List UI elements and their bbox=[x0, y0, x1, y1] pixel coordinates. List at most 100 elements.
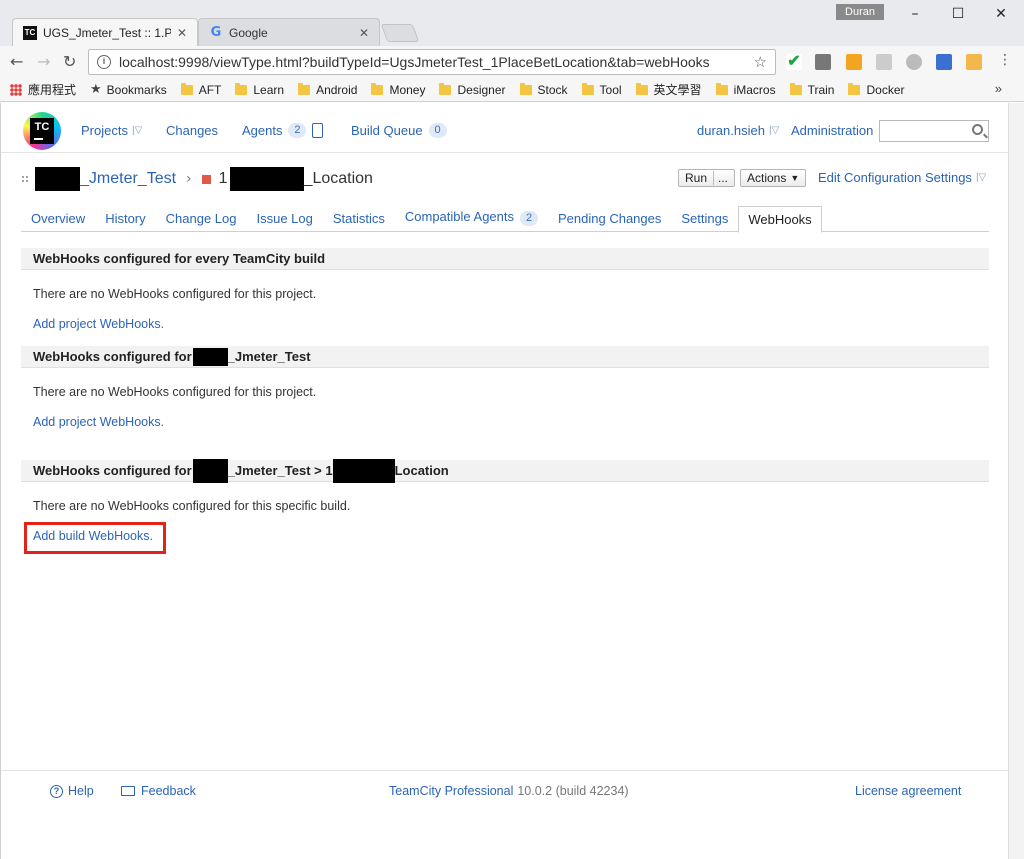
nav-administration[interactable]: Administration bbox=[791, 123, 873, 138]
tab-issue-log[interactable]: Issue Log bbox=[246, 211, 322, 232]
add-project-webhooks-link[interactable]: Add project WebHooks. bbox=[33, 415, 164, 429]
nav-agents[interactable]: Agents 2 bbox=[242, 123, 324, 138]
bookmarks-overflow-button[interactable]: » bbox=[995, 81, 1002, 96]
agents-count-badge: 2 bbox=[288, 123, 307, 138]
forward-arrow-icon[interactable]: → bbox=[37, 52, 50, 71]
teamcity-logo[interactable]: TC bbox=[23, 112, 61, 150]
folder-icon bbox=[298, 82, 311, 95]
section-header-all-builds: WebHooks configured for every TeamCity b… bbox=[21, 248, 989, 270]
angular-extension-icon[interactable] bbox=[906, 54, 922, 70]
agent-status-icon bbox=[312, 123, 324, 138]
tab-statistics[interactable]: Statistics bbox=[323, 211, 395, 232]
dropdown-chevron-icon[interactable]: |▽ bbox=[769, 125, 779, 136]
dropdown-chevron-icon[interactable]: |▽ bbox=[132, 125, 142, 136]
close-window-icon[interactable]: ✕ bbox=[986, 4, 1016, 24]
dropdown-chevron-icon[interactable]: |▽ bbox=[976, 172, 986, 183]
back-arrow-icon[interactable]: ← bbox=[10, 52, 23, 71]
highlight-annotation-box bbox=[24, 522, 166, 554]
bookmark-folder[interactable]: Tool bbox=[581, 82, 622, 97]
help-icon: ? bbox=[50, 784, 63, 798]
tab-settings[interactable]: Settings bbox=[671, 211, 738, 232]
license-agreement-link[interactable]: License agreement bbox=[855, 784, 961, 798]
feedback-link[interactable]: Feedback bbox=[121, 784, 196, 798]
close-tab-icon[interactable]: ✕ bbox=[359, 26, 369, 40]
google-favicon-icon: G bbox=[210, 25, 222, 40]
browser-tab-teamcity[interactable]: TC UGS_Jmeter_Test :: 1.Pla ✕ bbox=[12, 18, 198, 46]
chart-extension-icon[interactable] bbox=[846, 54, 862, 70]
reload-icon[interactable]: ↻ bbox=[63, 52, 76, 71]
checkmark-extension-icon[interactable]: ✔ bbox=[786, 54, 802, 70]
bookmark-star-icon[interactable]: ☆ bbox=[754, 53, 767, 71]
nav-changes[interactable]: Changes bbox=[166, 123, 218, 138]
info-icon[interactable]: i bbox=[97, 55, 111, 69]
bookmark-folder[interactable]: Android bbox=[298, 82, 357, 97]
new-tab-button[interactable] bbox=[380, 24, 420, 42]
edit-configuration-link[interactable]: Edit Configuration Settings |▽ bbox=[818, 170, 986, 185]
folder-icon bbox=[371, 82, 384, 95]
extension-icon[interactable] bbox=[936, 54, 952, 70]
maximize-icon[interactable]: ☐ bbox=[943, 4, 973, 24]
nav-build-queue[interactable]: Build Queue 0 bbox=[351, 123, 447, 138]
bookmark-folder[interactable]: AFT bbox=[180, 82, 221, 97]
teamcity-product-link[interactable]: TeamCity Professional bbox=[389, 784, 513, 798]
section-message: There are no WebHooks configured for thi… bbox=[33, 287, 317, 301]
tab-title: Google bbox=[229, 25, 268, 40]
run-button[interactable]: Run ... bbox=[678, 169, 736, 187]
tab-compatible-agents[interactable]: Compatible Agents 2 bbox=[395, 209, 548, 232]
close-tab-icon[interactable]: ✕ bbox=[177, 26, 187, 40]
search-input[interactable] bbox=[879, 120, 989, 142]
menu-kebab-icon[interactable]: ⋮ bbox=[998, 52, 1012, 68]
bookmark-folder[interactable]: Learn bbox=[235, 82, 284, 97]
browser-tab-google[interactable]: G Google ✕ bbox=[198, 18, 380, 46]
folder-icon bbox=[519, 82, 532, 95]
extension-icon[interactable] bbox=[876, 54, 892, 70]
section-header-build: WebHooks configured for _Jmeter_Test > 1… bbox=[21, 458, 989, 483]
add-project-webhooks-link[interactable]: Add project WebHooks. bbox=[33, 317, 164, 331]
page-scrollbar[interactable] bbox=[1008, 103, 1024, 859]
search-icon[interactable] bbox=[972, 124, 983, 135]
version-text: 10.0.2 (build 42234) bbox=[517, 784, 629, 798]
dropdown-arrow-icon[interactable]: ▼ bbox=[790, 173, 799, 183]
breadcrumb-build-prefix: 1 bbox=[218, 170, 228, 187]
minimize-icon[interactable]: – bbox=[900, 4, 930, 24]
tab-pending-changes[interactable]: Pending Changes bbox=[548, 211, 671, 232]
bookmark-bookmarks[interactable]: ★ Bookmarks bbox=[90, 82, 167, 97]
bookmark-folder[interactable]: iMacros bbox=[715, 82, 776, 97]
tab-webhooks[interactable]: WebHooks bbox=[738, 206, 822, 233]
bookmark-folder[interactable]: Train bbox=[789, 82, 834, 97]
extension-icon[interactable] bbox=[815, 54, 831, 70]
user-menu[interactable]: duran.hsieh |▽ bbox=[697, 123, 779, 138]
bookmark-folder[interactable]: Designer bbox=[439, 82, 506, 97]
folder-icon bbox=[715, 82, 728, 95]
help-link[interactable]: ? Help bbox=[50, 784, 94, 798]
drag-grip-icon[interactable] bbox=[21, 175, 29, 183]
bookmark-apps[interactable]: 應用程式 bbox=[10, 81, 76, 98]
failed-status-icon bbox=[201, 174, 211, 184]
page-footer: ? Help Feedback TeamCity Professional 10… bbox=[1, 770, 1008, 859]
run-options-button[interactable]: ... bbox=[713, 171, 728, 185]
folder-icon bbox=[635, 82, 648, 95]
extension-icon[interactable] bbox=[966, 54, 982, 70]
section-message: There are no WebHooks configured for thi… bbox=[33, 385, 317, 399]
folder-icon bbox=[581, 82, 594, 95]
bookmark-folder[interactable]: Money bbox=[371, 82, 425, 97]
bookmark-folder[interactable]: 英文學習 bbox=[635, 81, 702, 98]
browser-user-badge[interactable]: Duran bbox=[836, 4, 884, 20]
bookmark-folder[interactable]: Stock bbox=[519, 82, 568, 97]
bookmark-folder[interactable]: Docker bbox=[848, 82, 905, 97]
tab-change-log[interactable]: Change Log bbox=[156, 211, 247, 232]
folder-icon bbox=[235, 82, 248, 95]
address-bar[interactable]: i localhost:9998/viewType.html?buildType… bbox=[88, 49, 776, 75]
url-text[interactable]: localhost:9998/viewType.html?buildTypeId… bbox=[119, 54, 754, 70]
tab-overview[interactable]: Overview bbox=[21, 211, 95, 232]
nav-projects[interactable]: Projects |▽ bbox=[81, 123, 142, 138]
section-header-project: WebHooks configured for _Jmeter_Test bbox=[21, 346, 989, 368]
folder-icon bbox=[789, 82, 802, 95]
browser-toolbar: ← → ↻ i localhost:9998/viewType.html?bui… bbox=[0, 46, 1024, 78]
tab-history[interactable]: History bbox=[95, 211, 155, 232]
folder-icon bbox=[848, 82, 861, 95]
breadcrumb-project-link[interactable]: _Jmeter_Test bbox=[80, 170, 176, 188]
bookmarks-bar: 應用程式 ★ Bookmarks AFT Learn Android Money … bbox=[0, 78, 1024, 102]
actions-button[interactable]: Actions ▼ bbox=[740, 169, 807, 187]
redacted-block bbox=[192, 347, 228, 366]
